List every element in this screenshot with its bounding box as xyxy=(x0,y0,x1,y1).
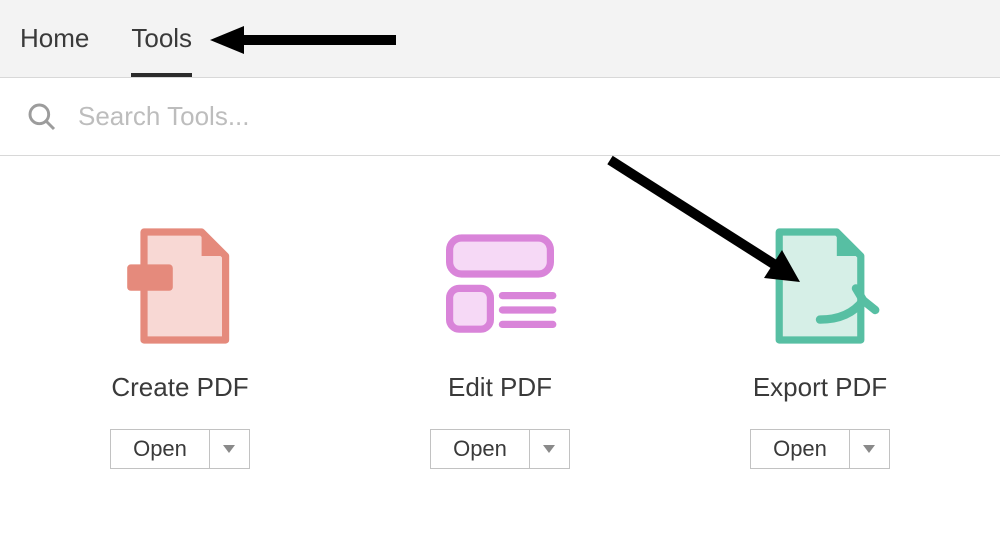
open-dropdown-caret[interactable] xyxy=(849,430,889,468)
tool-label: Export PDF xyxy=(753,372,887,403)
tools-grid: Create PDF Open Edit PDF Open xyxy=(0,156,1000,469)
edit-pdf-icon xyxy=(440,226,560,346)
tab-tools[interactable]: Tools xyxy=(131,0,192,77)
tool-create-pdf[interactable]: Create PDF Open xyxy=(40,226,320,469)
tab-bar: Home Tools xyxy=(0,0,1000,78)
chevron-down-icon xyxy=(543,445,555,453)
open-dropdown-caret[interactable] xyxy=(529,430,569,468)
tool-edit-pdf[interactable]: Edit PDF Open xyxy=(360,226,640,469)
search-input[interactable] xyxy=(78,101,678,132)
open-split-button: Open xyxy=(430,429,570,469)
open-dropdown-caret[interactable] xyxy=(209,430,249,468)
tab-home[interactable]: Home xyxy=(20,0,89,77)
open-button[interactable]: Open xyxy=(431,430,529,468)
tool-label: Edit PDF xyxy=(448,372,552,403)
open-split-button: Open xyxy=(110,429,250,469)
chevron-down-icon xyxy=(863,445,875,453)
tool-label: Create PDF xyxy=(111,372,248,403)
export-pdf-icon xyxy=(760,226,880,346)
search-row xyxy=(0,78,1000,156)
chevron-down-icon xyxy=(223,445,235,453)
open-split-button: Open xyxy=(750,429,890,469)
tool-export-pdf[interactable]: Export PDF Open xyxy=(680,226,960,469)
search-icon xyxy=(26,101,58,133)
create-pdf-icon xyxy=(120,226,240,346)
open-button[interactable]: Open xyxy=(751,430,849,468)
open-button[interactable]: Open xyxy=(111,430,209,468)
